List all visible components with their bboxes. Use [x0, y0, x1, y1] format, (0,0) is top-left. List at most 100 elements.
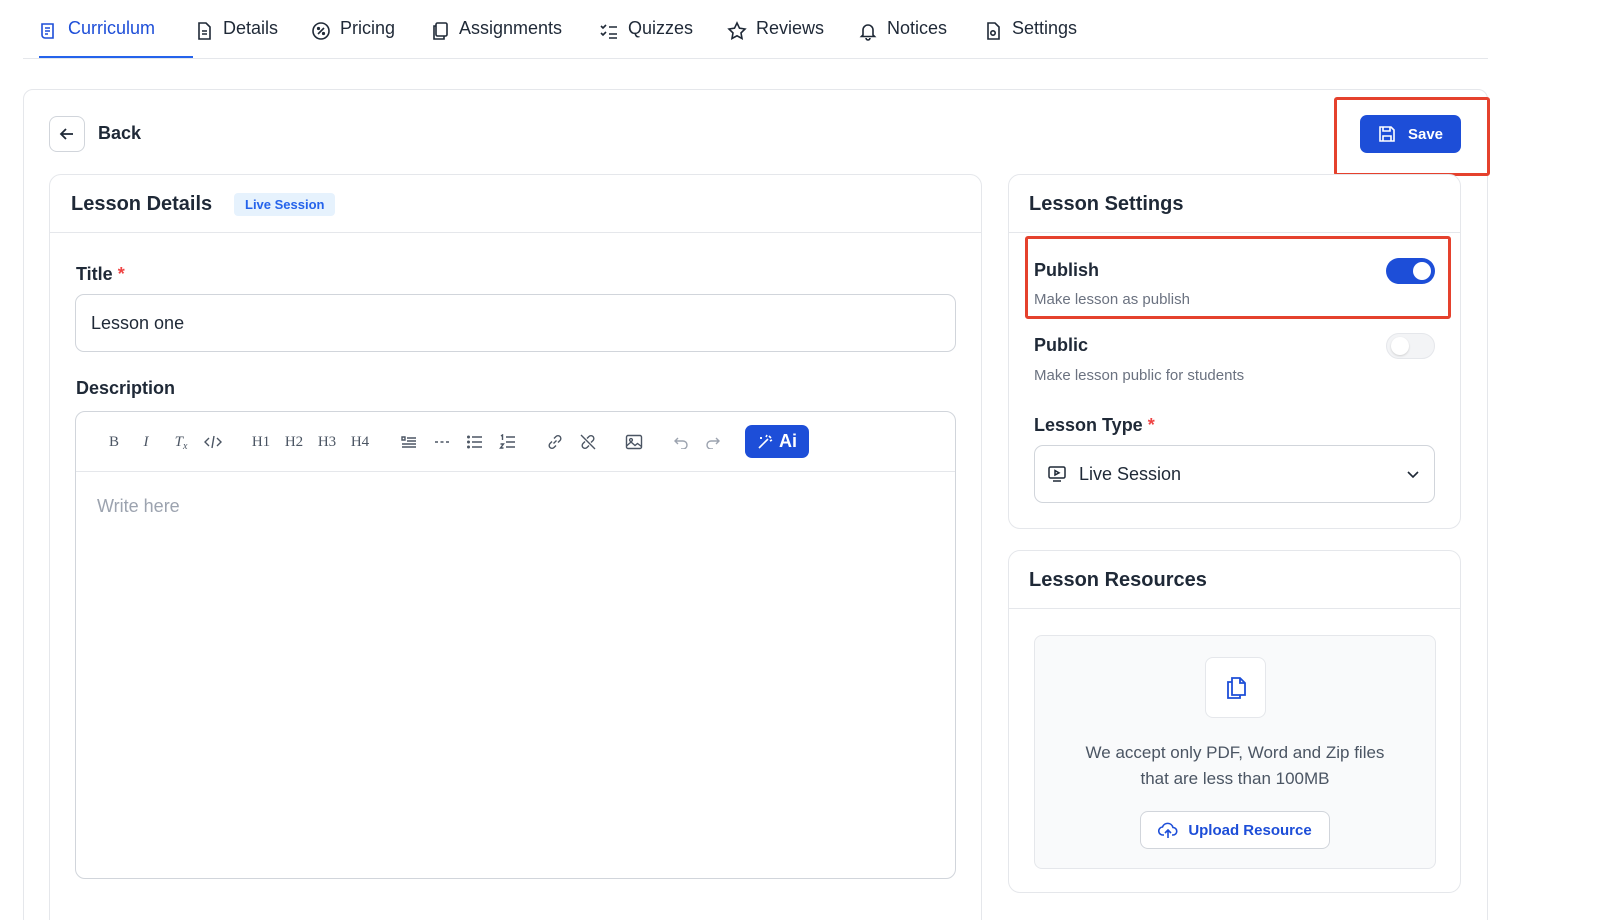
publish-subtitle: Make lesson as publish: [1034, 291, 1190, 308]
public-title: Public: [1034, 335, 1089, 355]
ordered-list-icon: [499, 434, 515, 449]
dashes-icon: [435, 441, 449, 443]
resource-dropzone[interactable]: We accept only PDF, Word and Zip files t…: [1034, 635, 1436, 869]
ai-assist-button[interactable]: Ai: [745, 425, 809, 458]
save-icon: [1379, 126, 1395, 142]
heading3-button[interactable]: H3: [316, 431, 338, 453]
heading2-button[interactable]: H2: [283, 431, 305, 453]
dropzone-text: We accept only PDF, Word and Zip files t…: [1035, 740, 1435, 792]
card-title: Lesson Details: [71, 193, 213, 215]
tab-assignments[interactable]: Assignments: [430, 18, 562, 58]
publish-title: Publish: [1034, 260, 1100, 280]
horizontal-rule-button[interactable]: [431, 431, 453, 453]
tab-reviews[interactable]: Reviews: [727, 18, 824, 58]
tab-pricing[interactable]: Pricing: [311, 18, 395, 58]
star-icon: [727, 21, 747, 40]
redo-icon: [706, 437, 720, 449]
editor-toolbar: B I Tx H1 H2 H3 H4 Ai: [76, 412, 955, 472]
clear-format-icon: T: [174, 433, 183, 450]
lesson-type-badge: Live Session: [234, 193, 336, 216]
curriculum-icon: [41, 23, 54, 39]
lesson-resources-card: Lesson Resources We accept only PDF, Wor…: [1008, 550, 1461, 893]
tab-label: Quizzes: [628, 18, 694, 38]
undo-icon: [674, 437, 688, 449]
bullet-list-button[interactable]: [464, 431, 486, 453]
lesson-type-select[interactable]: Live Session: [1034, 445, 1435, 503]
arrow-left-icon: [59, 128, 73, 140]
title-label-text: Title: [76, 264, 113, 284]
checklist-icon: [600, 24, 617, 39]
course-tabs: Curriculum Details Pricing Assignments Q…: [23, 0, 1488, 59]
document-icon: [198, 22, 211, 40]
tab-details[interactable]: Details: [194, 18, 278, 58]
video-screen-icon: [1048, 466, 1066, 482]
lesson-type-label: Lesson Type *: [1034, 415, 1155, 436]
blockquote-button[interactable]: [398, 431, 420, 453]
dropzone-text-line1: We accept only PDF, Word and Zip files: [1085, 743, 1385, 762]
redo-button[interactable]: [702, 431, 724, 453]
save-button[interactable]: Save: [1360, 115, 1461, 153]
tab-label: Reviews: [756, 18, 825, 38]
ai-label: Ai: [779, 431, 797, 451]
publish-toggle[interactable]: [1386, 258, 1435, 284]
upload-label: Upload Resource: [1188, 821, 1312, 839]
card-title: Lesson Resources: [1029, 569, 1207, 591]
toggle-knob: [1391, 337, 1409, 355]
tab-settings[interactable]: Settings: [983, 18, 1077, 58]
lesson-type-label-text: Lesson Type: [1034, 415, 1143, 435]
upload-resource-button[interactable]: Upload Resource: [1140, 811, 1330, 849]
tab-curriculum[interactable]: Curriculum: [39, 18, 193, 58]
tab-label: Assignments: [459, 18, 563, 38]
tab-quizzes[interactable]: Quizzes: [599, 18, 693, 58]
lesson-type-value: Live Session: [1079, 463, 1182, 484]
italic-button[interactable]: I: [136, 431, 156, 453]
required-mark: *: [117, 264, 125, 284]
settings-file-icon: [987, 22, 1000, 40]
files-icon: [1226, 676, 1246, 699]
title-label: Title *: [76, 264, 125, 285]
tab-label: Pricing: [340, 18, 396, 38]
link-button[interactable]: [544, 431, 566, 453]
discount-icon: [312, 22, 330, 40]
dropzone-text-line2: that are less than 100MB: [1140, 769, 1330, 788]
description-editor[interactable]: B I Tx H1 H2 H3 H4 Ai Write here: [75, 411, 956, 879]
title-input[interactable]: [75, 294, 956, 352]
card-title: Lesson Settings: [1029, 193, 1184, 215]
quote-icon: [401, 436, 416, 448]
card-header: Lesson Resources: [1009, 551, 1460, 609]
tab-notices[interactable]: Notices: [858, 18, 947, 58]
file-icon-box: [1205, 657, 1266, 718]
back-label[interactable]: Back: [98, 123, 141, 144]
description-label: Description: [76, 378, 176, 398]
tab-label: Details: [223, 18, 279, 38]
image-button[interactable]: [623, 431, 645, 453]
undo-button[interactable]: [670, 431, 692, 453]
ordered-list-button[interactable]: [497, 431, 519, 453]
chevron-down-icon: [1407, 471, 1419, 479]
back-button[interactable]: [49, 116, 85, 152]
heading1-button[interactable]: H1: [250, 431, 272, 453]
unlink-button[interactable]: [577, 431, 599, 453]
code-icon: [204, 435, 222, 449]
image-icon: [625, 434, 643, 450]
toggle-knob: [1413, 262, 1431, 280]
cloud-upload-icon: [1158, 822, 1178, 838]
card-header: Lesson Settings: [1009, 175, 1460, 233]
description-placeholder: Write here: [97, 496, 180, 516]
bullet-list-icon: [467, 435, 482, 449]
bell-icon: [859, 24, 877, 41]
public-subtitle: Make lesson public for students: [1034, 367, 1245, 384]
unlink-icon: [580, 434, 596, 450]
bold-button[interactable]: B: [104, 431, 124, 453]
magic-wand-icon: [758, 434, 773, 449]
tab-label: Curriculum: [68, 18, 156, 38]
clear-format-button[interactable]: Tx: [170, 431, 192, 453]
tab-label: Settings: [1012, 18, 1078, 38]
public-toggle[interactable]: [1386, 333, 1435, 359]
card-header: Lesson Details Live Session: [50, 175, 981, 233]
heading4-button[interactable]: H4: [349, 431, 371, 453]
save-label: Save: [1407, 125, 1444, 143]
code-button[interactable]: [202, 431, 224, 453]
copy-icon: [433, 22, 448, 40]
required-mark: *: [1147, 415, 1155, 435]
